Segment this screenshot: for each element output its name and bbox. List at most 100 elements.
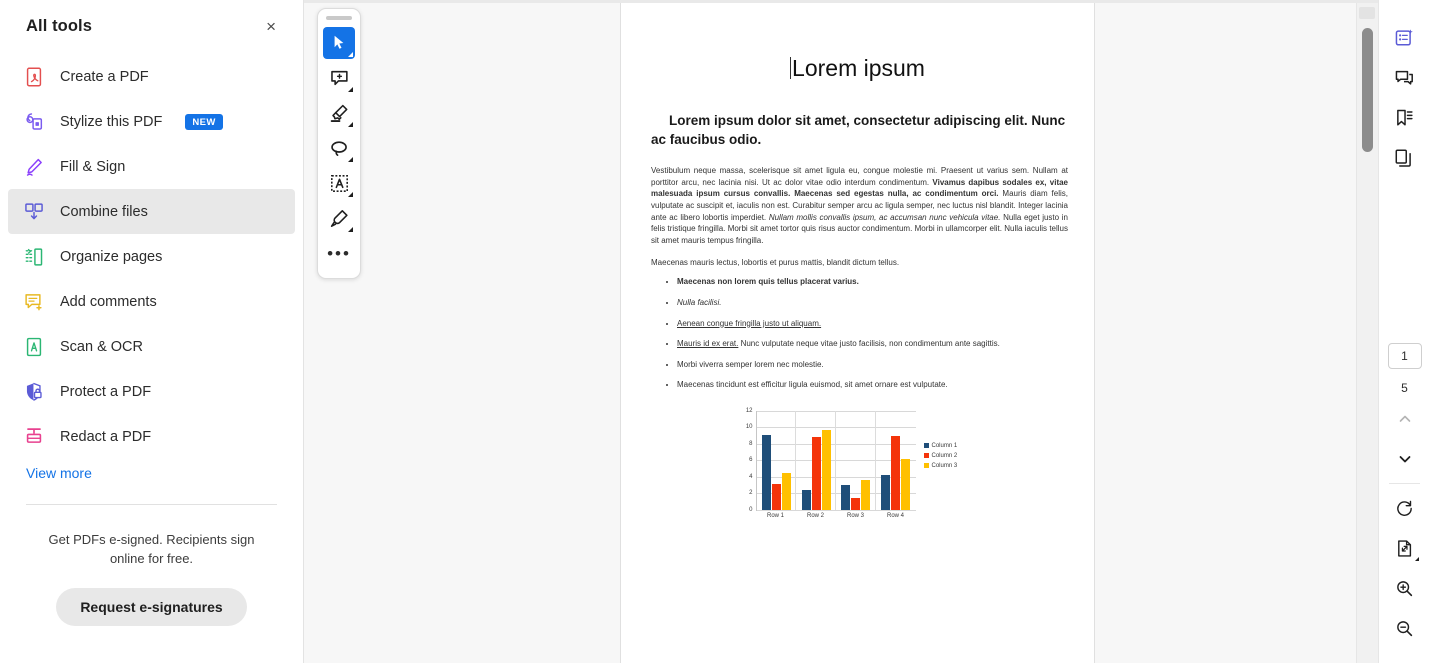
tool-list: Create a PDF Stylize this PDF NEW Fill & … bbox=[0, 54, 303, 459]
text-box-tool[interactable] bbox=[323, 167, 355, 199]
protect-pdf-icon bbox=[22, 380, 46, 404]
document-bullet-list: Maecenas non lorem quis tellus placerat … bbox=[659, 276, 1068, 391]
right-rail-top-tools bbox=[1379, 0, 1430, 174]
all-tools-sidebar: All tools × Create a PDF Stylize this PD… bbox=[0, 0, 303, 663]
lasso-loop-icon bbox=[329, 138, 350, 159]
zoom-out-icon[interactable] bbox=[1389, 612, 1421, 644]
fit-page-icon[interactable] bbox=[1389, 532, 1421, 564]
underlined-run: Mauris id ex erat. bbox=[677, 339, 739, 349]
scrollbar-up-button[interactable] bbox=[1359, 7, 1375, 19]
highlight-tool[interactable] bbox=[323, 97, 355, 129]
dropdown-caret-icon[interactable] bbox=[348, 157, 353, 162]
chart-y-tick-label: 2 bbox=[749, 490, 753, 497]
list-item: Maecenas non lorem quis tellus placerat … bbox=[677, 276, 1068, 288]
list-item: Nulla facilisi. bbox=[677, 297, 1068, 309]
request-esignatures-button[interactable]: Request e-signatures bbox=[56, 587, 247, 626]
chart-bar bbox=[801, 490, 811, 510]
chevron-down-icon bbox=[1414, 557, 1419, 561]
sidebar-item-add-comments[interactable]: Add comments bbox=[8, 279, 295, 324]
chart-legend-swatch bbox=[923, 453, 929, 459]
text-cursor bbox=[790, 57, 792, 79]
redact-pdf-icon bbox=[22, 425, 46, 449]
page-number-input[interactable]: 1 bbox=[1387, 343, 1422, 369]
toolbar-drag-handle[interactable] bbox=[326, 16, 352, 20]
document-viewer: ••• Lorem ipsum Lorem ipsum dolor sit am… bbox=[303, 0, 1378, 663]
sidebar-item-scan-ocr[interactable]: Scan & OCR bbox=[8, 324, 295, 369]
sidebar-item-protect-a-pdf[interactable]: Protect a PDF bbox=[8, 369, 295, 414]
bookmark-icon[interactable] bbox=[1389, 102, 1421, 134]
view-more-link[interactable]: View more bbox=[0, 459, 92, 481]
chart-bar bbox=[781, 472, 791, 510]
dropdown-caret-icon[interactable] bbox=[348, 192, 353, 197]
chart-legend-item: Column 1 bbox=[923, 442, 958, 449]
chart-x-tick-label: Row 4 bbox=[886, 512, 904, 519]
sidebar-item-fill-sign[interactable]: Fill & Sign bbox=[8, 144, 295, 189]
sidebar-item-label: Scan & OCR bbox=[60, 338, 143, 355]
fill-and-sign-icon bbox=[22, 155, 46, 179]
chart-bar bbox=[821, 429, 831, 510]
chart-bar-groups bbox=[757, 410, 916, 510]
combine-files-icon bbox=[22, 200, 46, 224]
organize-pages-icon bbox=[22, 245, 46, 269]
add-comment-tool[interactable] bbox=[323, 62, 355, 94]
sidebar-header: All tools × bbox=[0, 0, 303, 45]
sidebar-item-create-a-pdf[interactable]: Create a PDF bbox=[8, 54, 295, 99]
sidebar-item-label: Add comments bbox=[60, 293, 157, 310]
sidebar-item-label: Redact a PDF bbox=[60, 428, 152, 445]
dropdown-caret-icon[interactable] bbox=[348, 227, 353, 232]
chart-gridline: 0 bbox=[749, 507, 916, 513]
view-more-wrap: View more bbox=[0, 459, 303, 483]
document-paragraph-2: Maecenas mauris lectus, lobortis et puru… bbox=[651, 258, 900, 268]
sidebar-item-organize-pages[interactable]: Organize pages bbox=[8, 234, 295, 279]
viewer-scrollbar-thumb[interactable] bbox=[1362, 28, 1373, 152]
chart-legend-label: Column 1 bbox=[931, 442, 958, 449]
chart-bar bbox=[811, 437, 821, 510]
document-heading: Lorem ipsum dolor sit amet, consectetur … bbox=[651, 113, 1066, 147]
pdf-viewer-app: All tools × Create a PDF Stylize this PD… bbox=[0, 0, 1430, 663]
right-toolbar: 1 5 bbox=[1378, 0, 1430, 663]
document-title: Lorem ipsum bbox=[790, 55, 925, 81]
ellipsis-icon: ••• bbox=[327, 243, 351, 263]
pdf-page: Lorem ipsum Lorem ipsum dolor sit amet, … bbox=[620, 3, 1095, 663]
cursor-arrow-icon bbox=[329, 33, 350, 54]
draw-tool[interactable] bbox=[323, 132, 355, 164]
chart-legend-item: Column 2 bbox=[923, 453, 957, 459]
total-pages-label: 5 bbox=[1401, 381, 1408, 395]
chart-legend: Column 1 Column 2 Column 3 bbox=[923, 442, 958, 473]
esign-blurb: Get PDFs e-signed. Recipients sign onlin… bbox=[48, 532, 255, 566]
chart-bar-group bbox=[876, 411, 916, 510]
bar-chart: 0 2 4 6 8 10 12 Row 1 Row 2 Row 3 Row 4 Column 1C… bbox=[728, 405, 988, 533]
create-pdf-icon bbox=[22, 65, 46, 89]
dropdown-caret-icon[interactable] bbox=[348, 122, 353, 127]
right-rail-bottom: 1 5 bbox=[1379, 343, 1430, 652]
ai-assistant-icon[interactable] bbox=[1389, 22, 1421, 54]
chart-legend-item: Column 3 bbox=[923, 463, 957, 469]
chart-plot-area: 0 2 4 6 8 10 12 bbox=[746, 408, 916, 513]
chart-y-tick-label: 4 bbox=[749, 473, 753, 480]
chart-bar bbox=[841, 485, 851, 510]
previous-page-icon[interactable] bbox=[1389, 403, 1421, 435]
sidebar-item-label: Organize pages bbox=[60, 248, 163, 265]
chart-bar bbox=[891, 435, 901, 510]
sidebar-item-stylize-this-pdf[interactable]: Stylize this PDF NEW bbox=[8, 99, 295, 144]
dropdown-caret-icon[interactable] bbox=[348, 52, 353, 57]
select-tool[interactable] bbox=[323, 27, 355, 59]
sidebar-item-redact-a-pdf[interactable]: Redact a PDF bbox=[8, 414, 295, 459]
zoom-in-icon[interactable] bbox=[1389, 572, 1421, 604]
more-tools[interactable]: ••• bbox=[323, 237, 355, 269]
chart-y-tick-label: 12 bbox=[745, 407, 753, 414]
rotate-icon[interactable] bbox=[1389, 492, 1421, 524]
chart-container: 0 2 4 6 8 10 12 Row 1 Row 2 Row 3 Row 4 Column 1C… bbox=[621, 405, 1094, 533]
fill-sign-tool[interactable] bbox=[323, 202, 355, 234]
chart-y-tick-label: 8 bbox=[749, 440, 753, 447]
close-icon[interactable]: × bbox=[261, 16, 281, 37]
chart-legend-swatch bbox=[923, 443, 929, 449]
page-thumbnails-icon[interactable] bbox=[1389, 142, 1421, 174]
dropdown-caret-icon[interactable] bbox=[348, 87, 353, 92]
list-item: Aenean congue fringilla justo ut aliquam… bbox=[677, 318, 1068, 330]
chart-x-tick-label: Row 2 bbox=[806, 512, 824, 519]
comment-icon[interactable] bbox=[1389, 62, 1421, 94]
sidebar-item-combine-files[interactable]: Combine files bbox=[8, 189, 295, 234]
next-page-icon[interactable] bbox=[1389, 443, 1421, 475]
list-item-text: Nunc vulputate neque vitae justo facilis… bbox=[738, 339, 1000, 349]
